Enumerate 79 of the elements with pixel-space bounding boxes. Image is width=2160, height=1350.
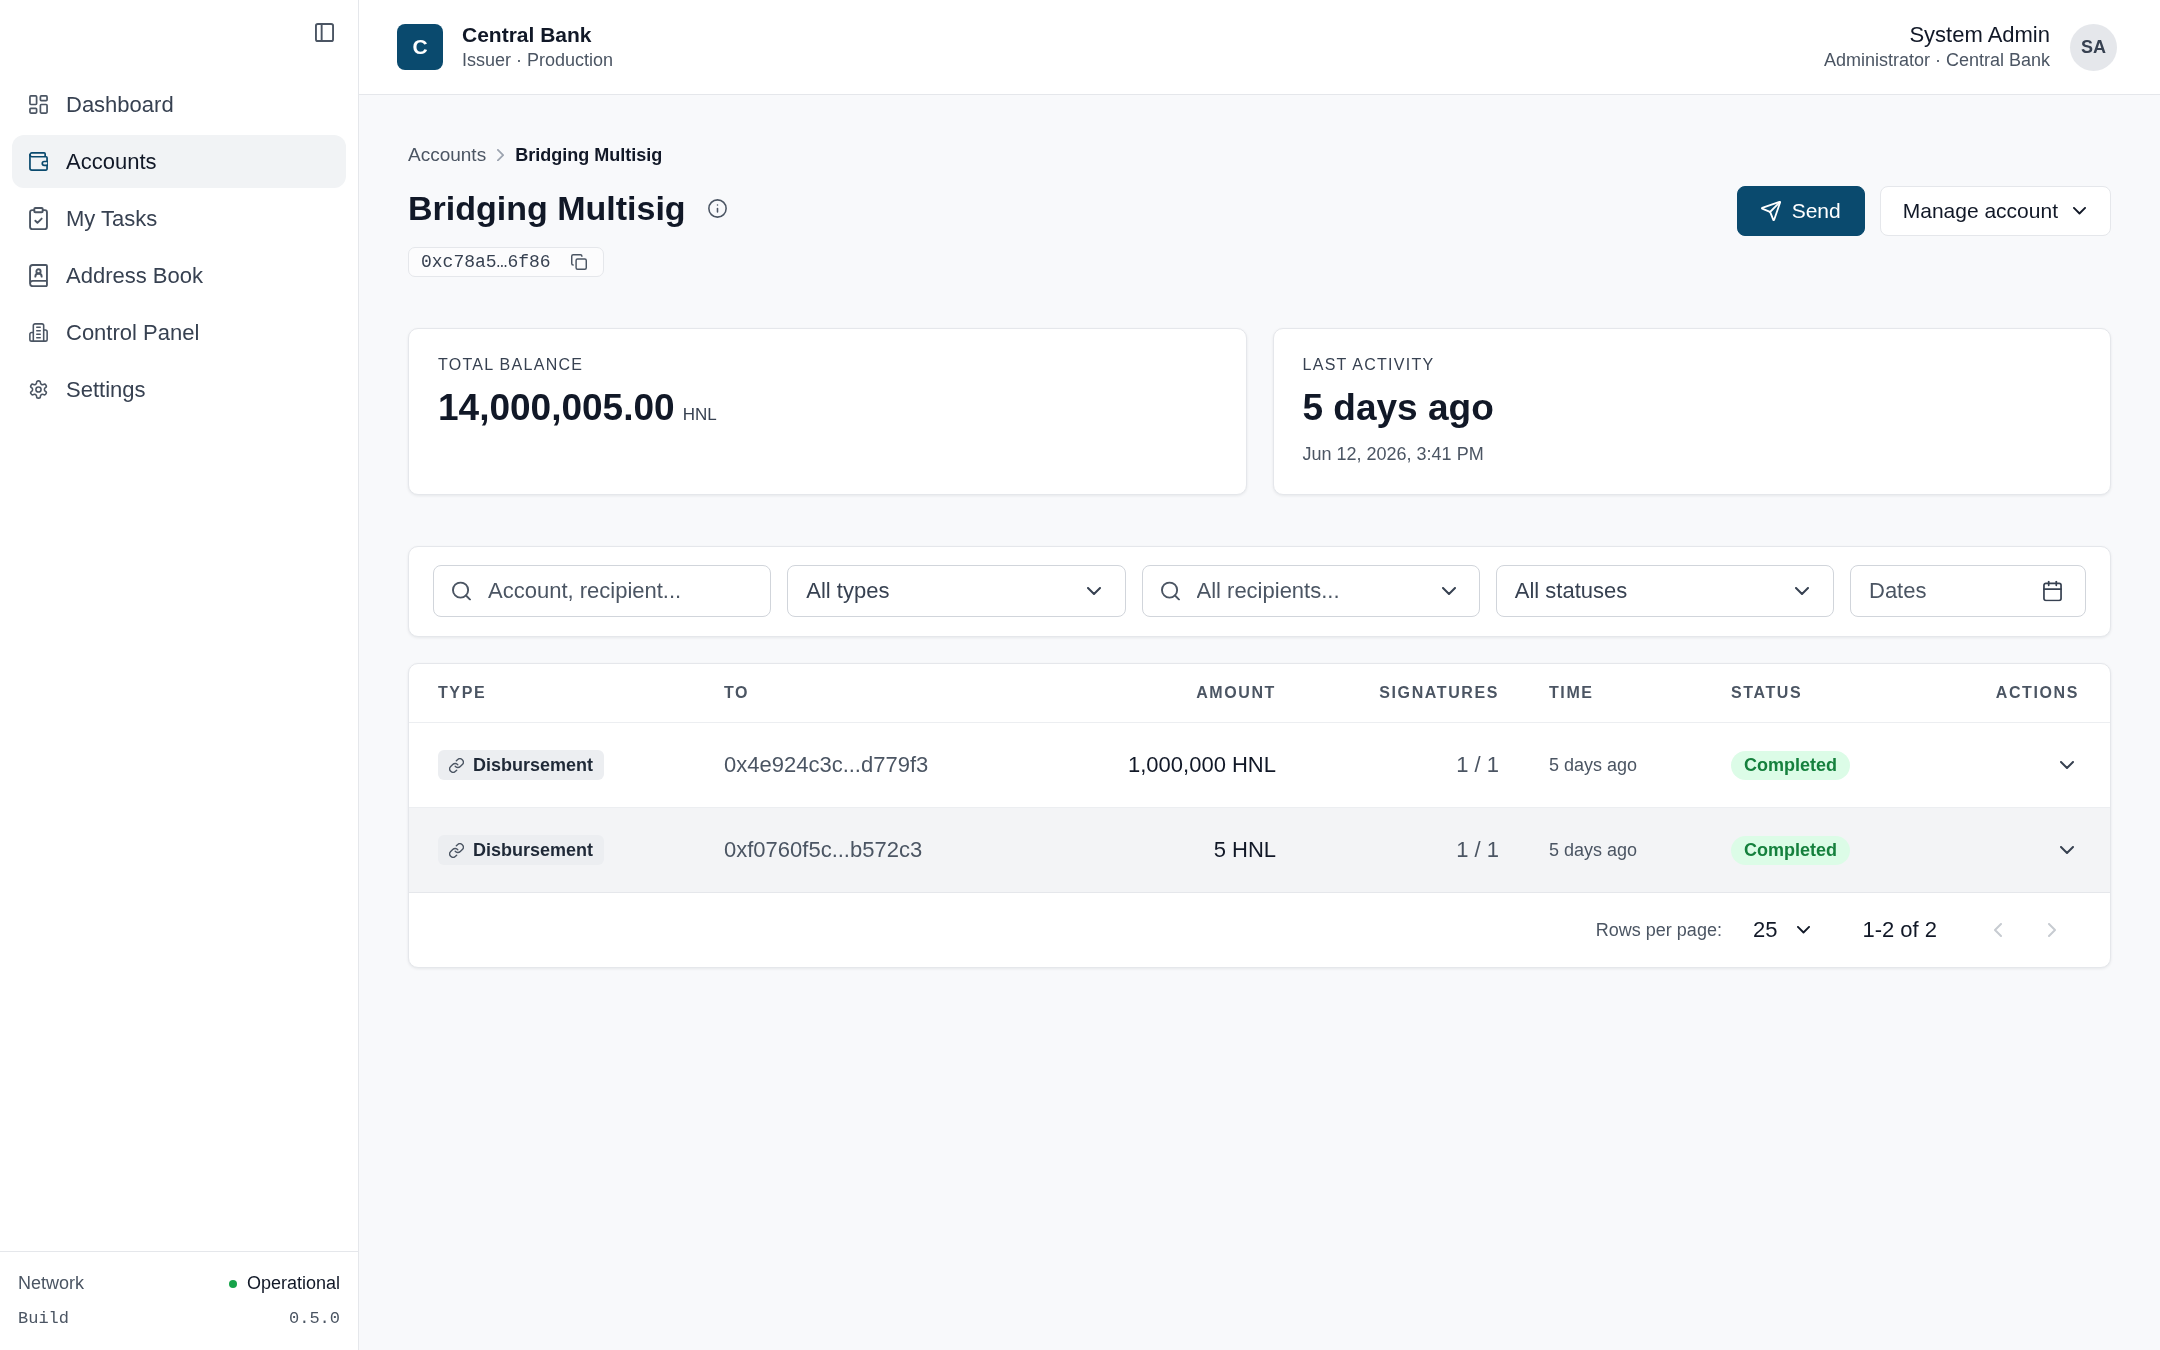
- column-header: TO: [724, 684, 750, 701]
- column-header: TYPE: [438, 684, 487, 701]
- breadcrumb-current: Bridging Multisig: [515, 144, 663, 167]
- column-header: TIME: [1549, 684, 1594, 701]
- type-text: Disbursement: [473, 754, 594, 776]
- footer-value: Operational: [246, 1273, 340, 1294]
- nav-item[interactable]: Address Book: [12, 249, 346, 302]
- footer-label: Network: [18, 1273, 84, 1294]
- chevron-down-icon: [1795, 587, 1809, 595]
- link-icon: [449, 757, 464, 773]
- table-cell: 5 HNL: [1213, 837, 1276, 863]
- column-header: SIGNATURES: [1379, 684, 1499, 701]
- user-avatar[interactable]: SA: [2070, 23, 2117, 71]
- status-badge: Completed: [1731, 835, 1850, 865]
- org-subtitle: Issuer · Production: [462, 49, 614, 72]
- chevron-right-icon: [497, 148, 505, 162]
- footer-label: Build: [18, 1309, 69, 1328]
- info-icon[interactable]: [707, 198, 727, 218]
- breadcrumb-link[interactable]: Accounts: [408, 143, 487, 167]
- page-title: Bridging Multisig: [408, 188, 686, 229]
- search-dropdown[interactable]: All recipients...: [1141, 565, 1480, 617]
- building-icon: [29, 323, 48, 342]
- page-range: 1-2 of 2: [1862, 917, 1937, 943]
- nav-item[interactable]: Settings: [12, 363, 346, 416]
- chevron-down-icon: [1086, 587, 1101, 595]
- table-cell: 5 days ago: [1549, 754, 1638, 776]
- dropdown[interactable]: All statuses: [1495, 565, 1834, 617]
- column-header: AMOUNT: [1196, 684, 1276, 701]
- status-dot-icon: [228, 1279, 237, 1288]
- nav-item[interactable]: Accounts: [12, 135, 346, 188]
- nav-item[interactable]: My Tasks: [12, 192, 346, 245]
- link-icon: [449, 842, 464, 858]
- nav-item[interactable]: Control Panel: [12, 306, 346, 359]
- primary-button[interactable]: Send: [1736, 186, 1865, 236]
- search-icon: [452, 581, 471, 601]
- stat-detail: Jun 12, 2026, 3:41 PM: [1302, 443, 1484, 466]
- copy-icon[interactable]: [570, 254, 587, 270]
- sidebar-toggle-icon[interactable]: [315, 23, 334, 42]
- search-field[interactable]: Account, recipient...: [433, 565, 772, 617]
- stat-label: LAST ACTIVITY: [1302, 355, 1435, 375]
- rows-per-page-label: Rows per page:: [1595, 919, 1722, 941]
- table-cell: 0x4e924c3c...d779f3: [724, 752, 929, 778]
- table-cell: 1 / 1: [1456, 752, 1499, 778]
- user-role: Administrator · Central Bank: [1823, 49, 2050, 72]
- stat-label: TOTAL BALANCE: [438, 355, 584, 375]
- contact-book-icon: [29, 263, 48, 288]
- nav-item[interactable]: Dashboard: [12, 78, 346, 131]
- column-header: STATUS: [1731, 684, 1803, 701]
- footer-value: 0.5.0: [289, 1309, 340, 1328]
- table-cell: 1 / 1: [1456, 837, 1499, 863]
- user-name: System Admin: [1908, 22, 2050, 48]
- chevron-down-icon[interactable]: [2060, 846, 2074, 854]
- rows-per-page-select[interactable]: 25: [1752, 917, 1811, 943]
- stat-value: 14,000,005.00: [438, 386, 675, 430]
- clipboard-check-icon: [29, 206, 48, 231]
- table-cell: 0xf0760f5c...b572c3: [724, 837, 923, 863]
- table-cell: 1,000,000 HNL: [1128, 752, 1276, 778]
- account-address: 0xc78a5…6f86: [421, 252, 551, 272]
- date-field[interactable]: Dates: [1850, 565, 2086, 617]
- settings-icon: [29, 380, 48, 399]
- table-cell: 5 days ago: [1549, 839, 1638, 861]
- chevron-down-icon: [1441, 587, 1456, 595]
- dashboard-icon: [29, 95, 48, 114]
- send-icon: [1760, 201, 1781, 221]
- column-header: ACTIONS: [1995, 684, 2079, 701]
- wallet-icon: [29, 152, 48, 171]
- chevron-down-icon: [2073, 207, 2086, 215]
- dropdown-button[interactable]: Manage account: [1879, 186, 2111, 236]
- calendar-icon: [2043, 580, 2062, 602]
- dropdown[interactable]: All types: [787, 565, 1126, 617]
- search-icon: [1160, 581, 1180, 601]
- chevron-down-icon[interactable]: [2060, 761, 2074, 769]
- chevron-down-icon: [1797, 926, 1811, 934]
- status-badge: Completed: [1731, 750, 1850, 780]
- stat-value: 5 days ago: [1302, 386, 1494, 430]
- org-name: Central Bank: [462, 22, 593, 48]
- type-text: Disbursement: [473, 839, 594, 861]
- stat-unit: HNL: [682, 405, 717, 425]
- org-logo: C: [397, 24, 443, 70]
